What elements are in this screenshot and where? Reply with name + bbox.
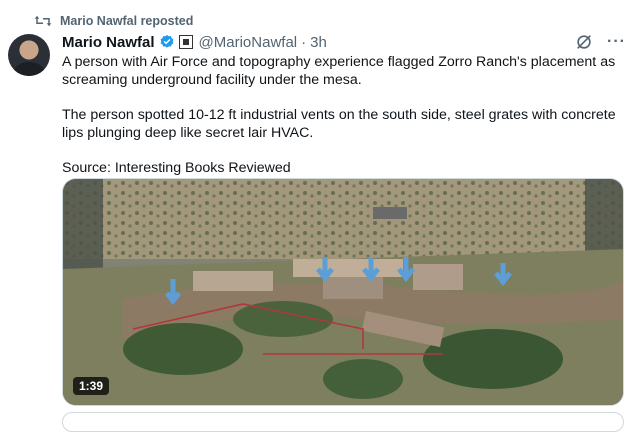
post-text: A person with Air Force and topography e… xyxy=(62,53,628,194)
author-name[interactable]: Mario Nawfal xyxy=(62,34,155,51)
avatar[interactable] xyxy=(8,34,50,76)
more-options-button[interactable]: ··· xyxy=(607,33,626,51)
post-paragraph: Source: Interesting Books Reviewed xyxy=(62,160,291,176)
grok-icon[interactable] xyxy=(575,33,593,51)
repost-icon xyxy=(34,15,52,27)
post-time[interactable]: 3h xyxy=(310,34,327,51)
affiliation-badge-icon[interactable] xyxy=(178,35,193,49)
embedded-card[interactable] xyxy=(62,412,624,432)
post-paragraph: A person with Air Force and topography e… xyxy=(62,54,616,88)
repost-indicator[interactable]: Mario Nawfal reposted xyxy=(34,14,193,28)
verified-badge-icon xyxy=(160,35,173,48)
video-duration: 1:39 xyxy=(73,377,110,395)
aerial-ranch-image xyxy=(63,179,623,405)
repost-label: Mario Nawfal reposted xyxy=(60,14,194,28)
author-handle[interactable]: @MarioNawfal xyxy=(199,34,298,51)
post-header: Mario Nawfal @MarioNawfal · 3h ··· xyxy=(62,32,626,52)
video-player[interactable]: 1:39 xyxy=(62,178,624,406)
time-separator: · xyxy=(301,33,307,51)
post-paragraph: The person spotted 10-12 ft industrial v… xyxy=(62,107,616,141)
